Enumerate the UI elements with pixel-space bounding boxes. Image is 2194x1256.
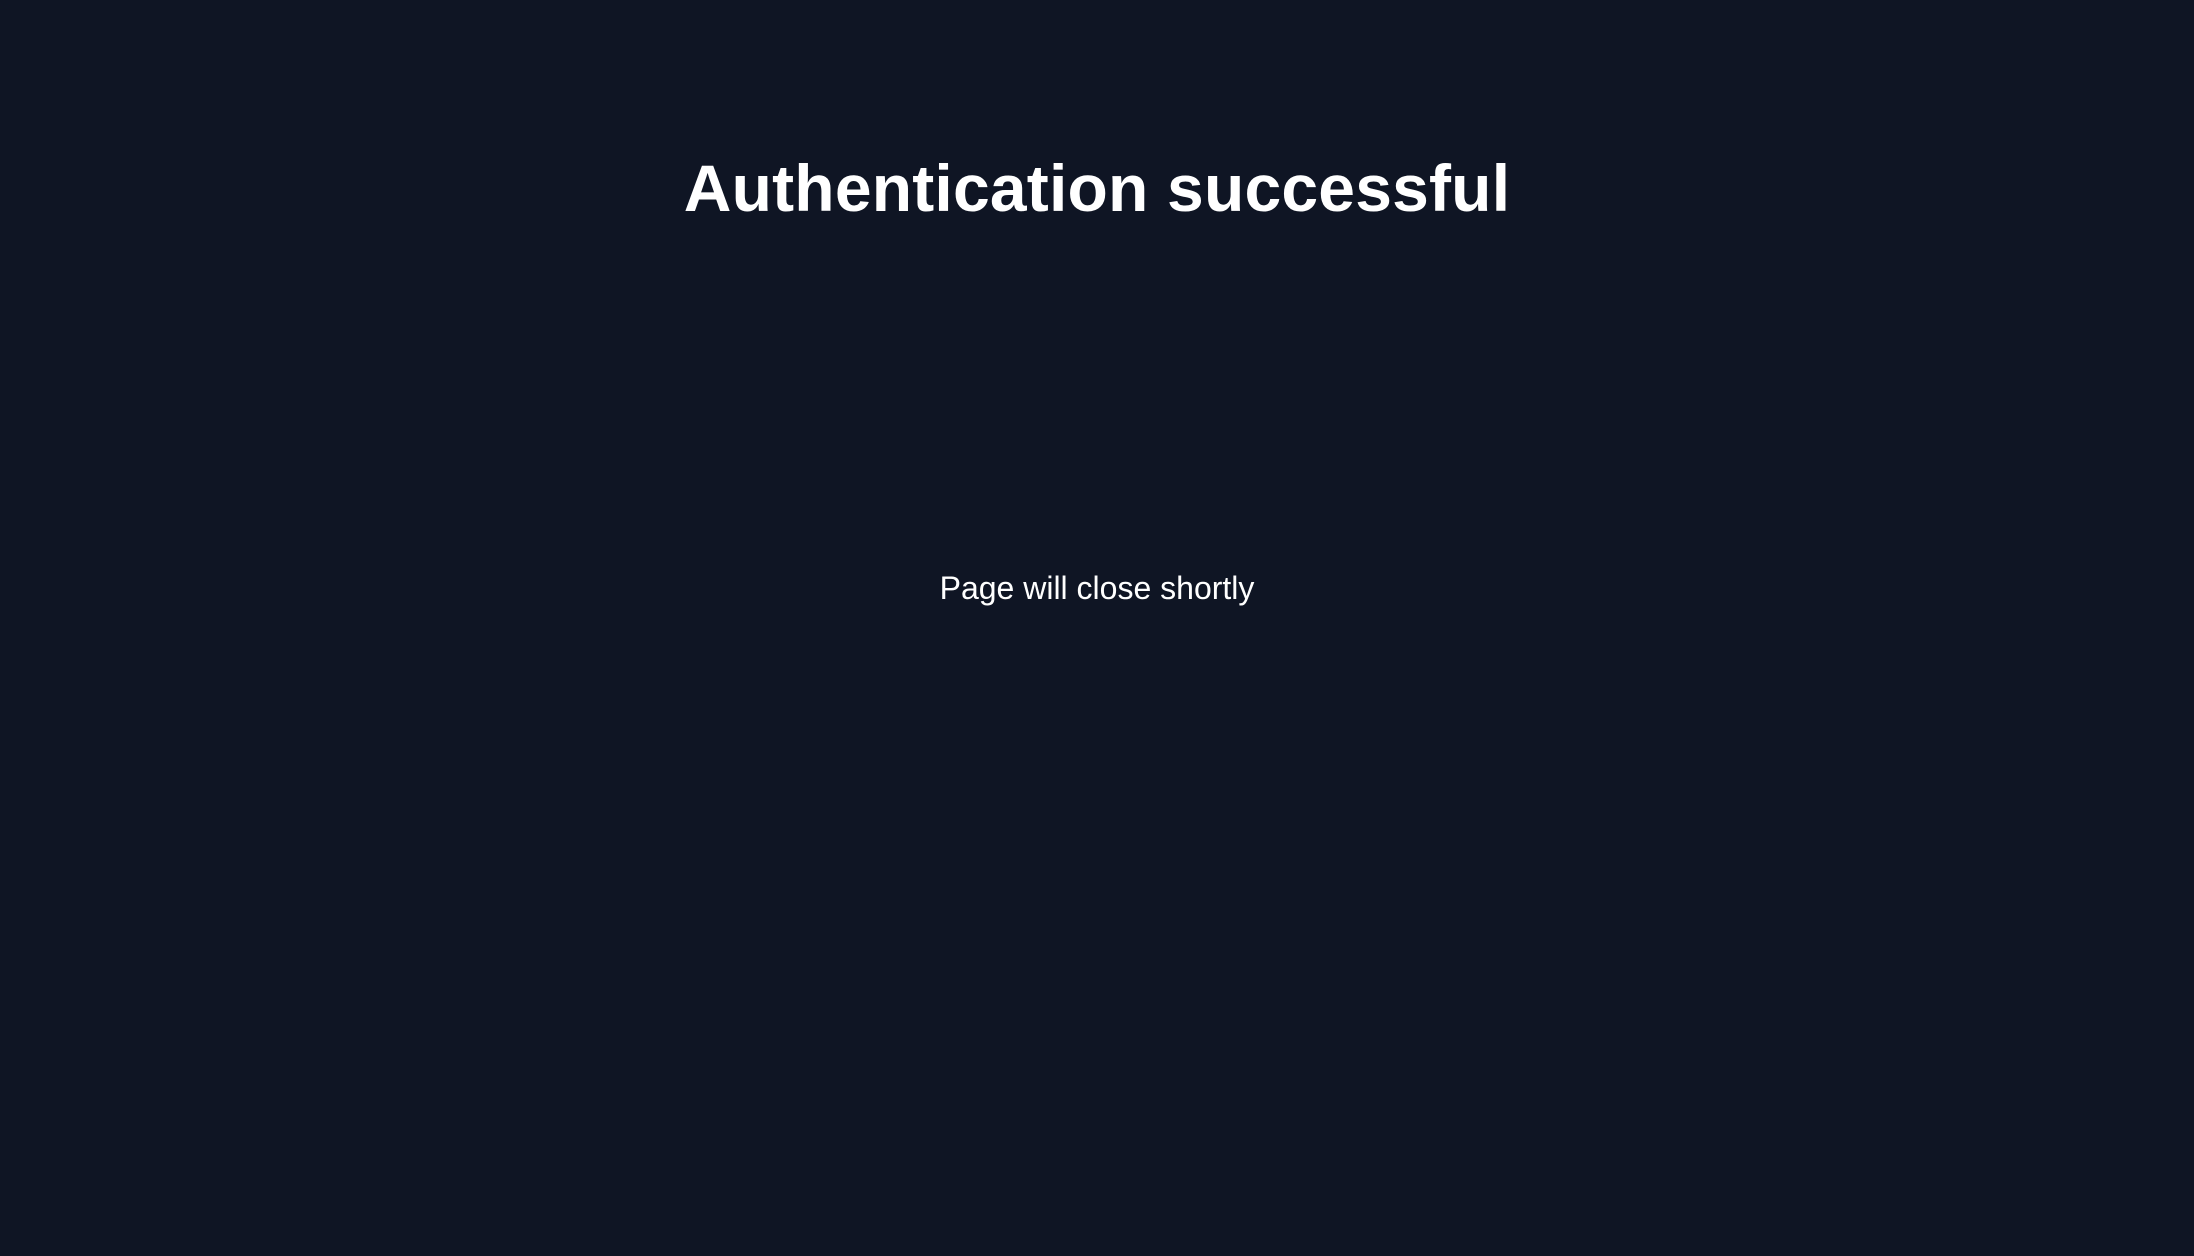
page-title: Authentication successful bbox=[683, 151, 1511, 225]
auth-success-page: Authentication successful Page will clos… bbox=[0, 0, 2194, 1256]
status-message: Page will close shortly bbox=[939, 570, 1255, 606]
